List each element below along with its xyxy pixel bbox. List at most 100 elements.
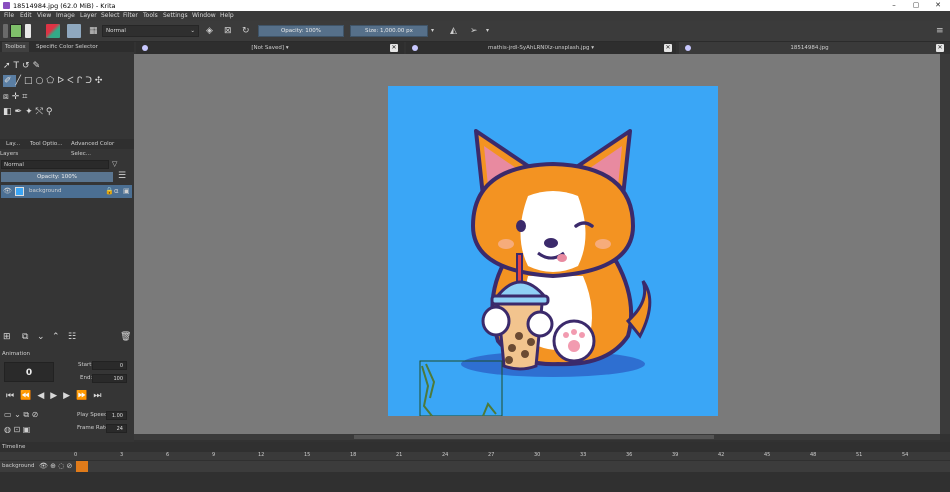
lock-icon[interactable]: 🔒 [105, 185, 114, 198]
layer-blend-select[interactable]: Normal [1, 160, 109, 169]
inherit-alpha-icon[interactable]: ▣ [123, 185, 130, 198]
menu-image[interactable]: Image [56, 11, 75, 21]
layer-opacity-slider[interactable]: Opacity: 100% [1, 172, 113, 182]
crop-tool-icon[interactable]: ⌗ [22, 92, 30, 102]
doc-tab-3-close-icon[interactable]: ✕ [936, 44, 944, 52]
end-field[interactable]: 100 [92, 374, 127, 383]
menu-layer[interactable]: Layer [80, 11, 97, 21]
polygon-tool-icon[interactable]: ⬠ [46, 76, 57, 86]
next-keyframe-icon[interactable]: ⏩ [76, 391, 93, 401]
alpha-lock-icon[interactable]: α [114, 185, 119, 198]
fill-tool-icon[interactable]: ⚲ [46, 107, 56, 117]
layer-menu-icon[interactable]: ☰ [118, 171, 126, 181]
scroll-thumb[interactable] [354, 435, 714, 439]
select-tool-icon[interactable]: ➚ [3, 61, 14, 71]
foreground-color-swatch[interactable] [10, 24, 22, 38]
delete-layer-icon[interactable]: 🗑 [120, 330, 131, 344]
menu-window[interactable]: Window [192, 11, 216, 21]
move-tool-icon[interactable]: ✛ [12, 92, 23, 102]
ellipse-tool-icon[interactable]: ○ [35, 76, 46, 86]
eraser-icon[interactable]: ◈ [206, 25, 213, 37]
menu-view[interactable]: View [37, 11, 51, 21]
mirror-horizontal-icon[interactable]: ◭ [450, 25, 457, 37]
mirror-options-icon[interactable]: ▾ [486, 25, 489, 37]
active-frame-cell[interactable] [76, 461, 88, 472]
edit-shapes-icon[interactable]: ↺ [22, 61, 33, 71]
assistant-tool-icon[interactable]: ⤲ [36, 107, 46, 117]
timeline-visibility-icon[interactable]: 👁 ⊕ ◌ ⊘ [39, 462, 72, 470]
brush-tool-icon[interactable]: ✐ [3, 75, 16, 87]
minimize-button[interactable]: – [885, 0, 903, 11]
menu-select[interactable]: Select [101, 11, 120, 21]
move-down-icon[interactable]: ⌄ [37, 330, 45, 344]
transform-tool-icon[interactable]: ⧈ [3, 92, 12, 102]
layer-row-background[interactable]: 👁 background 🔒 α ▣ [1, 185, 132, 198]
preserve-alpha-icon[interactable]: ⊠ [224, 25, 232, 37]
tab-layers[interactable]: Lay... [6, 139, 20, 149]
visibility-eye-icon[interactable]: 👁 [3, 185, 12, 198]
vertical-scrollbar[interactable] [940, 54, 950, 434]
previous-keyframe-icon[interactable]: ⏪ [20, 391, 37, 401]
tab-toolbox[interactable]: Toolbox [2, 42, 29, 52]
size-slider[interactable]: Size: 1,000.00 px [350, 25, 428, 37]
audio-icon[interactable]: ◍ ⊡ ▣ [4, 425, 30, 434]
brush-presets-icon[interactable]: ▦ [89, 25, 98, 37]
doc-tab-1-close-icon[interactable]: ✕ [390, 44, 398, 52]
filter-icon[interactable]: ▽ [112, 160, 117, 168]
freehand-path-icon[interactable]: ᒋ [77, 76, 86, 86]
doc-tab-3[interactable]: 18514984.jpg [679, 42, 940, 54]
background-color-swatch[interactable] [25, 24, 31, 38]
pattern-icon[interactable] [67, 24, 81, 38]
menu-filter[interactable]: Filter [123, 11, 138, 21]
add-layer-icon[interactable]: ⊞ [3, 330, 11, 344]
last-frame-icon[interactable]: ⏭ [93, 391, 107, 401]
bezier-tool-icon[interactable]: ᐸ [67, 76, 77, 86]
tab-specific-color-selector[interactable]: Specific Color Selector [36, 42, 98, 52]
multibrush-icon[interactable]: ✣ [95, 76, 106, 86]
menu-edit[interactable]: Edit [20, 11, 32, 21]
smart-patch-icon[interactable]: ✦ [25, 107, 36, 117]
calligraphy-icon[interactable]: ✎ [33, 61, 44, 71]
gradient-icon[interactable] [46, 24, 60, 38]
canvas-image[interactable] [388, 86, 718, 416]
text-tool-icon[interactable]: T [14, 61, 23, 71]
polyline-tool-icon[interactable]: ᐅ [57, 76, 67, 86]
play-speed-field[interactable]: 1.00 [106, 411, 127, 420]
next-frame-icon[interactable]: ▶ [63, 391, 76, 401]
close-window-button[interactable]: ✕ [929, 0, 947, 11]
menu-file[interactable]: File [4, 11, 14, 21]
current-frame-field[interactable]: 0 [4, 362, 54, 382]
play-icon[interactable]: ▶ [50, 391, 63, 401]
maximize-button[interactable]: ▢ [907, 0, 925, 11]
start-field[interactable]: 0 [92, 361, 127, 370]
duplicate-layer-icon[interactable]: ⧉ [22, 330, 28, 344]
horizontal-scrollbar[interactable] [134, 434, 940, 440]
blend-mode-select[interactable]: Normal ⌄ [102, 25, 199, 37]
krita-doc-icon [685, 45, 691, 51]
move-up-icon[interactable]: ⌃ [52, 330, 60, 344]
line-tool-icon[interactable]: ╱ [16, 76, 24, 86]
tab-tool-options[interactable]: Tool Optio... [30, 139, 62, 149]
onion-skin-icon[interactable]: ▭ ⌄ ⧉ ⊘ [4, 410, 38, 420]
color-picker-icon[interactable]: ✒ [15, 107, 26, 117]
menu-settings[interactable]: Settings [163, 11, 188, 21]
menu-tools[interactable]: Tools [143, 11, 158, 21]
slider-menu-icon[interactable]: ▾ [431, 25, 434, 37]
toolbar-menu-icon[interactable]: ≡ [936, 25, 944, 37]
dynamic-brush-icon[interactable]: ᑐ [85, 76, 95, 86]
gradient-tool-icon[interactable]: ◧ [3, 107, 15, 117]
frame-ruler[interactable] [0, 452, 950, 460]
timeline-layer-row[interactable]: background 👁 ⊕ ◌ ⊘ [0, 461, 950, 472]
frame-rate-field[interactable]: 24 [106, 424, 127, 433]
doc-tab-1[interactable]: [Not Saved] ▾ [136, 42, 404, 54]
reload-preset-icon[interactable]: ↻ [242, 25, 250, 37]
mirror-vertical-icon[interactable]: ➢ [470, 25, 478, 37]
opacity-slider[interactable]: Opacity: 100% [258, 25, 344, 37]
layer-properties-icon[interactable]: ☷ [68, 330, 76, 344]
menu-help[interactable]: Help [220, 11, 234, 21]
first-frame-icon[interactable]: ⏮ [6, 391, 20, 401]
doc-tab-2-close-icon[interactable]: ✕ [664, 44, 672, 52]
previous-frame-icon[interactable]: ◀ [37, 391, 50, 401]
doc-tab-2[interactable]: mathis-jrdl-SyAhLRNIXz-unsplash.jpg ▾ [406, 42, 676, 54]
rectangle-tool-icon[interactable]: □ [24, 76, 36, 86]
